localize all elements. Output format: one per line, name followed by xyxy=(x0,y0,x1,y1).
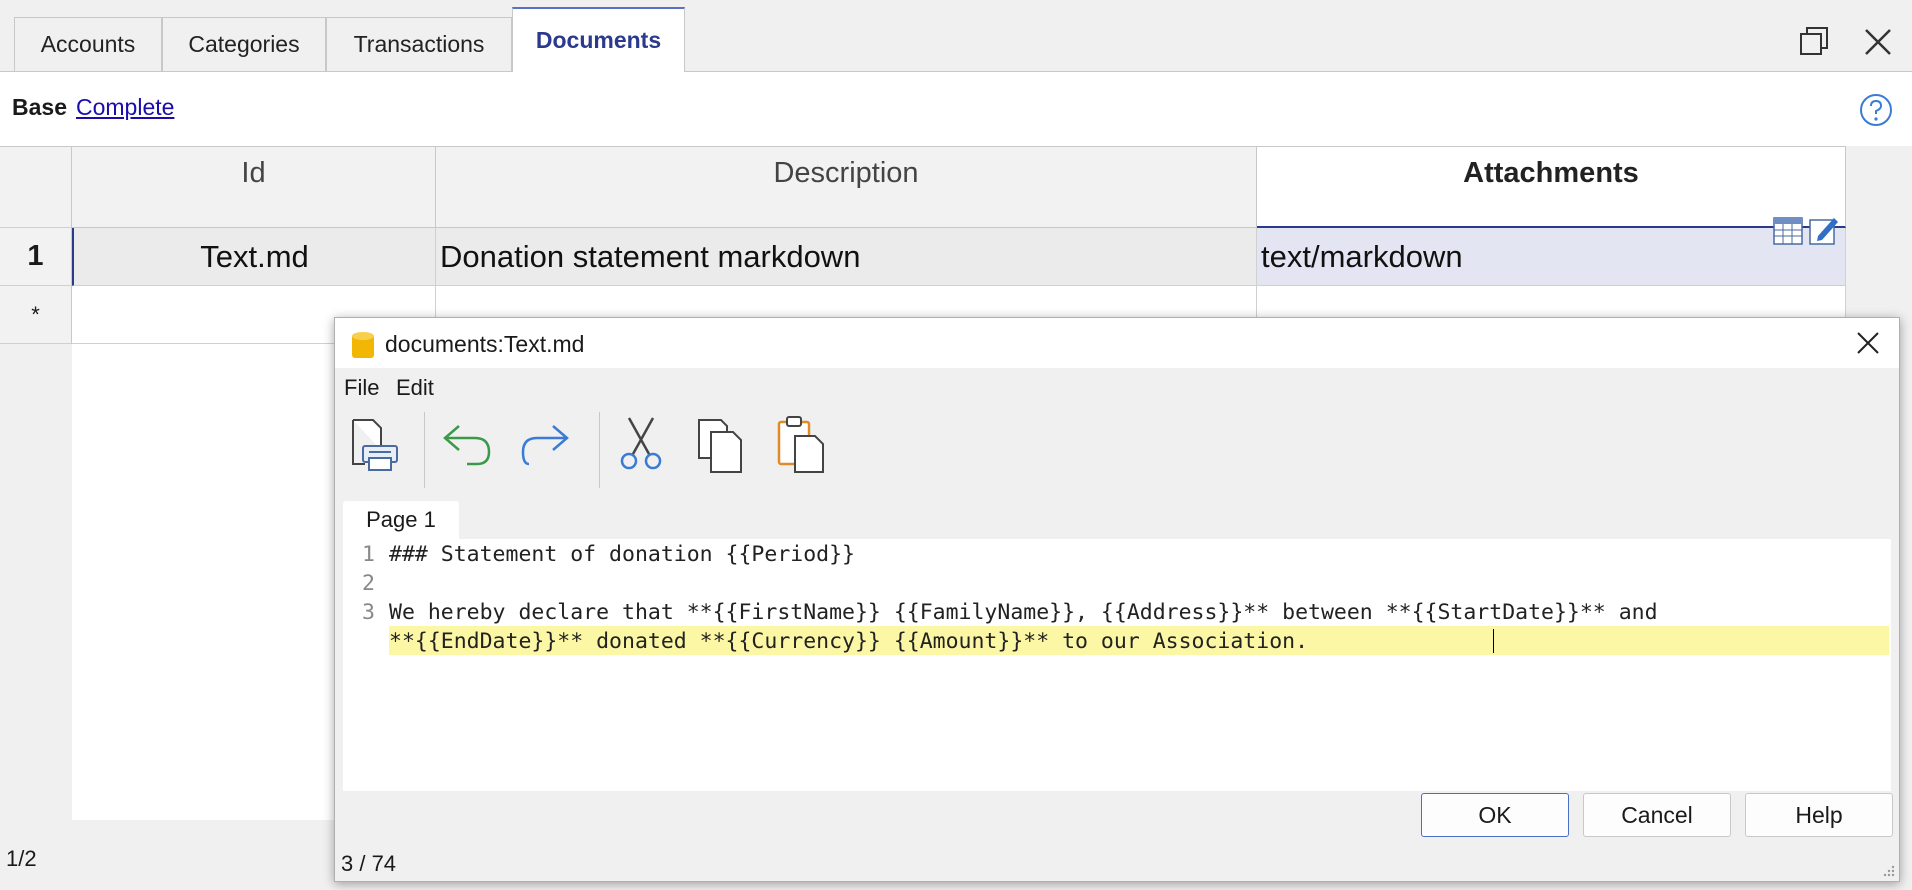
resize-grip-icon[interactable] xyxy=(1883,865,1895,877)
line-number: 3 xyxy=(362,600,375,625)
row-number[interactable]: 1 xyxy=(0,228,72,286)
corner-header xyxy=(0,146,72,228)
paste-icon[interactable] xyxy=(773,414,833,474)
tab-bar: Accounts Categories Transactions Documen… xyxy=(0,0,1912,72)
markdown-editor[interactable]: 1 ### Statement of donation {{Period}} 2… xyxy=(343,539,1891,791)
help-icon[interactable] xyxy=(1858,92,1894,128)
tab-documents[interactable]: Documents xyxy=(512,7,685,72)
editor-line-current: **{{EndDate}}** donated **{{Currency}} {… xyxy=(389,626,1889,655)
cursor-position-status: 3 / 74 xyxy=(341,851,397,876)
ok-button[interactable]: OK xyxy=(1421,793,1569,837)
base-view-label[interactable]: Base xyxy=(12,94,67,121)
print-icon[interactable] xyxy=(345,414,405,474)
line-text: We hereby declare that **{{FirstName}} {… xyxy=(389,600,1658,625)
dialog-toolbar xyxy=(335,406,1899,488)
toolbar-separator xyxy=(424,412,425,488)
cell-description[interactable]: Donation statement markdown xyxy=(436,228,1257,286)
tab-page-1[interactable]: Page 1 xyxy=(343,501,459,539)
line-number: 2 xyxy=(362,571,375,596)
document-app-icon xyxy=(352,332,374,358)
line-text: **{{EndDate}}** donated **{{Currency}} {… xyxy=(389,629,1321,654)
undo-icon[interactable] xyxy=(437,414,497,474)
tab-accounts[interactable]: Accounts xyxy=(14,17,162,71)
editor-line: 1 ### Statement of donation {{Period}} xyxy=(343,539,1891,568)
close-window-icon[interactable] xyxy=(1858,22,1898,62)
cell-attachments[interactable]: text/markdown xyxy=(1257,228,1846,286)
cancel-button[interactable]: Cancel xyxy=(1583,793,1731,837)
editor-line: 3 We hereby declare that **{{FirstName}}… xyxy=(343,597,1891,626)
edit-pencil-icon[interactable] xyxy=(1808,214,1840,246)
column-header-description[interactable]: Description xyxy=(436,146,1257,228)
record-counter: 1/2 xyxy=(6,846,37,871)
menu-edit[interactable]: Edit xyxy=(396,375,434,401)
dialog-menu-bar: File Edit xyxy=(335,368,1899,406)
editor-line: 2 xyxy=(343,568,1891,597)
column-header-id[interactable]: Id xyxy=(72,146,436,228)
text-caret xyxy=(1493,629,1494,653)
dialog-title-bar[interactable]: documents:Text.md xyxy=(335,318,1899,368)
line-text: ### Statement of donation {{Period}} xyxy=(389,542,855,567)
toolbar-separator xyxy=(599,412,600,488)
document-editor-dialog: documents:Text.md File Edit Page 1 1 ###… xyxy=(334,317,1900,882)
line-number: 1 xyxy=(362,542,375,567)
copy-icon[interactable] xyxy=(691,414,751,474)
new-row-marker[interactable]: * xyxy=(0,286,72,344)
dialog-title: documents:Text.md xyxy=(385,331,585,357)
restore-window-icon[interactable] xyxy=(1794,22,1834,62)
tab-categories[interactable]: Categories xyxy=(162,17,326,71)
menu-file[interactable]: File xyxy=(344,375,379,401)
view-selector: Base Complete xyxy=(0,72,1912,146)
cut-icon[interactable] xyxy=(611,414,671,474)
column-header-attachments[interactable]: Attachments xyxy=(1257,146,1846,228)
complete-view-link[interactable]: Complete xyxy=(76,94,174,121)
dialog-close-icon[interactable] xyxy=(1855,330,1881,356)
table-view-icon[interactable] xyxy=(1772,216,1804,246)
redo-icon[interactable] xyxy=(515,414,575,474)
tab-transactions[interactable]: Transactions xyxy=(326,17,512,71)
help-button[interactable]: Help xyxy=(1745,793,1893,837)
cell-id[interactable]: Text.md xyxy=(72,228,436,286)
